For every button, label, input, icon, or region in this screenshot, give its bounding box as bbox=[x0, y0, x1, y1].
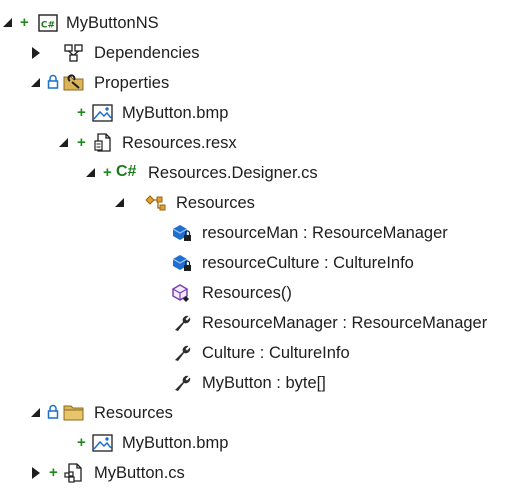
class-icon bbox=[145, 193, 166, 213]
image-file-icon bbox=[92, 103, 113, 123]
expand-arrow-icon[interactable] bbox=[32, 467, 40, 479]
tree-row-properties[interactable]: Properties bbox=[0, 68, 514, 98]
private-field-icon bbox=[171, 253, 191, 273]
tree-row-member[interactable]: MyButton : byte[] bbox=[0, 368, 514, 398]
added-icon: + bbox=[103, 164, 112, 181]
added-icon: + bbox=[77, 104, 86, 121]
collapse-arrow-icon[interactable] bbox=[31, 408, 40, 417]
resx-file-icon bbox=[94, 133, 114, 153]
properties-folder-icon bbox=[63, 73, 84, 93]
project-label: MyButtonNS bbox=[66, 14, 159, 32]
wrench-icon bbox=[172, 343, 192, 363]
tree-row-member[interactable]: ResourceManager : ResourceManager bbox=[0, 308, 514, 338]
member-label: Resources() bbox=[202, 284, 292, 302]
member-label: resourceMan : ResourceManager bbox=[202, 224, 448, 242]
properties-label: Properties bbox=[94, 74, 170, 92]
folder-icon bbox=[63, 403, 84, 423]
wrench-icon bbox=[172, 373, 192, 393]
tree-row-member[interactable]: Resources() bbox=[0, 278, 514, 308]
expand-arrow-icon[interactable] bbox=[32, 47, 40, 59]
wrench-icon bbox=[172, 313, 192, 333]
tree-row-resources-bmp[interactable]: + MyButton.bmp bbox=[0, 428, 514, 458]
resources-class-label: Resources bbox=[176, 194, 255, 212]
lock-icon bbox=[47, 74, 59, 90]
component-file-icon bbox=[64, 463, 84, 483]
added-icon: + bbox=[77, 434, 86, 451]
collapse-arrow-icon[interactable] bbox=[31, 78, 40, 87]
tree-row-member[interactable]: resourceCulture : CultureInfo bbox=[0, 248, 514, 278]
member-label: Culture : CultureInfo bbox=[202, 344, 350, 362]
method-icon bbox=[171, 283, 191, 303]
added-icon: + bbox=[77, 134, 86, 151]
designer-cs-label: Resources.Designer.cs bbox=[148, 164, 318, 182]
added-icon: + bbox=[20, 14, 29, 31]
collapse-arrow-icon[interactable] bbox=[3, 18, 12, 27]
tree-row-dependencies[interactable]: Dependencies bbox=[0, 38, 514, 68]
resources-bmp-label: MyButton.bmp bbox=[122, 434, 229, 452]
tree-row-resources-folder[interactable]: Resources bbox=[0, 398, 514, 428]
properties-bmp-label: MyButton.bmp bbox=[122, 104, 229, 122]
image-file-icon bbox=[92, 433, 113, 453]
tree-row-properties-bmp[interactable]: + MyButton.bmp bbox=[0, 98, 514, 128]
svg-text:C#: C# bbox=[41, 21, 55, 31]
collapse-arrow-icon[interactable] bbox=[86, 168, 95, 177]
mybutton-cs-label: MyButton.cs bbox=[94, 464, 185, 482]
collapse-arrow-icon[interactable] bbox=[59, 138, 68, 147]
dependencies-label: Dependencies bbox=[94, 44, 200, 62]
collapse-arrow-icon[interactable] bbox=[115, 198, 124, 207]
added-icon: + bbox=[49, 464, 58, 481]
tree-row-member[interactable]: Culture : CultureInfo bbox=[0, 338, 514, 368]
member-label: MyButton : byte[] bbox=[202, 374, 326, 392]
private-field-icon bbox=[171, 223, 191, 243]
tree-row-resources-class[interactable]: Resources bbox=[0, 188, 514, 218]
member-label: ResourceManager : ResourceManager bbox=[202, 314, 488, 332]
resx-label: Resources.resx bbox=[122, 134, 237, 152]
tree-row-project[interactable]: + C# MyButtonNS bbox=[0, 8, 514, 38]
resources-folder-label: Resources bbox=[94, 404, 173, 422]
tree-row-designer-cs[interactable]: + C# Resources.Designer.cs bbox=[0, 158, 514, 188]
tree-row-resx[interactable]: + Resources.resx bbox=[0, 128, 514, 158]
lock-icon bbox=[47, 404, 59, 420]
tree-row-member[interactable]: resourceMan : ResourceManager bbox=[0, 218, 514, 248]
csharp-file-icon: C# bbox=[116, 163, 137, 180]
dependencies-icon bbox=[63, 43, 83, 63]
csharp-project-icon: C# bbox=[38, 13, 58, 33]
member-label: resourceCulture : CultureInfo bbox=[202, 254, 414, 272]
tree-row-mybutton-cs[interactable]: + MyButton.cs bbox=[0, 458, 514, 488]
